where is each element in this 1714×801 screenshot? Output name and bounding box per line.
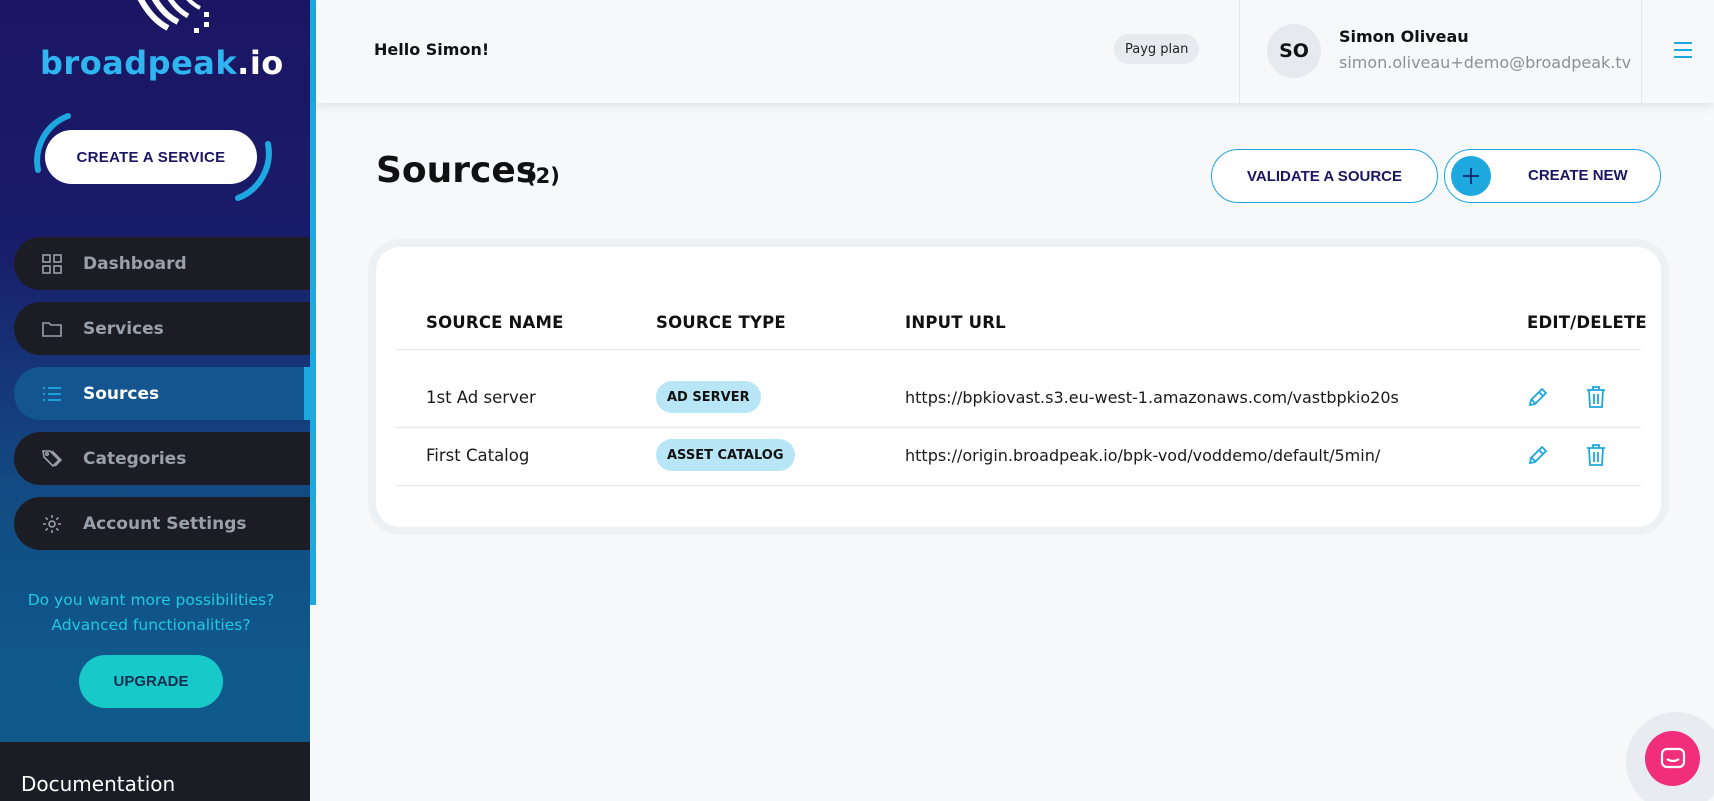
sidebar-item-label: Sources [83,383,160,404]
brand-name: broadpeak.io [40,44,284,82]
input-url-cell: https://origin.broadpeak.io/bpk-vod/vodd… [905,446,1381,465]
hamburger-menu-icon[interactable] [1672,40,1694,60]
greeting: Hello Simon! [374,40,490,59]
avatar[interactable]: SO [1267,24,1321,78]
sidebar-item-categories[interactable]: Categories [14,432,310,485]
column-header-edit-delete: EDIT/DELETE [1527,313,1647,332]
edit-pencil-icon[interactable] [1526,443,1550,467]
column-header-source-name: SOURCE NAME [426,313,564,332]
create-new-button[interactable]: CREATE NEW [1444,149,1661,203]
top-header: Hello Simon! Payg plan SO Simon Oliveau … [316,0,1714,103]
promo-line: Advanced functionalities? [51,616,251,634]
sidebar-nav: Dashboard Services Sources Categories Ac… [14,237,310,562]
gear-icon [41,513,63,535]
chat-launcher-button[interactable] [1645,731,1700,786]
sources-table-card: SOURCE NAME SOURCE TYPE INPUT URL EDIT/D… [376,247,1661,527]
sidebar-item-label: Services [83,318,164,339]
source-type-badge: AD SERVER [656,381,761,413]
grid-icon [41,253,63,275]
sidebar: broadpeak.io CREATE A SERVICE Dashboard … [0,0,310,801]
column-header-input-url: INPUT URL [905,313,1006,332]
header-divider [1641,0,1642,103]
sidebar-item-account-settings[interactable]: Account Settings [14,497,310,550]
sources-count: (2) [526,164,560,188]
plan-badge: Payg plan [1114,34,1200,64]
upgrade-promo: Do you want more possibilities? Advanced… [0,588,302,638]
tags-icon [41,448,63,470]
create-new-label: CREATE NEW [1528,167,1628,184]
chat-icon [1660,747,1685,768]
sidebar-item-services[interactable]: Services [14,302,310,355]
promo-line: Do you want more possibilities? [27,591,275,609]
column-header-source-type: SOURCE TYPE [656,313,786,332]
user-name: Simon Oliveau [1339,27,1469,46]
brand-logo[interactable]: broadpeak.io [0,0,310,100]
sidebar-item-label: Account Settings [83,513,247,534]
documentation-label: Documentation [21,772,176,796]
documentation-link[interactable]: Documentation [0,742,310,801]
create-service-wrap: CREATE A SERVICE [28,112,278,202]
sidebar-item-dashboard[interactable]: Dashboard [14,237,310,290]
user-email: simon.oliveau+demo@broadpeak.tv [1339,53,1632,72]
header-divider [1239,0,1240,103]
source-type-badge: ASSET CATALOG [656,439,795,471]
source-name-cell: 1st Ad server [426,388,536,407]
header-divider-line [396,349,1641,350]
validate-source-button[interactable]: VALIDATE A SOURCE [1211,149,1438,203]
sidebar-item-label: Categories [83,448,187,469]
row-divider-line [396,427,1641,428]
delete-trash-icon[interactable] [1584,443,1608,467]
folder-icon [41,318,63,340]
sidebar-item-label: Dashboard [83,253,187,274]
input-url-cell: https://bpkiovast.s3.eu-west-1.amazonaws… [905,388,1399,407]
sidebar-item-sources[interactable]: Sources [14,367,310,420]
delete-trash-icon[interactable] [1584,385,1608,409]
page-title: Sources [376,150,538,191]
upgrade-button[interactable]: UPGRADE [79,655,223,708]
create-service-button[interactable]: CREATE A SERVICE [45,130,257,184]
plus-icon [1451,156,1491,196]
logo-mark-icon [137,0,209,33]
row-divider-line [396,485,1641,486]
source-name-cell: First Catalog [426,446,530,465]
edit-pencil-icon[interactable] [1526,385,1550,409]
list-icon [41,383,63,405]
